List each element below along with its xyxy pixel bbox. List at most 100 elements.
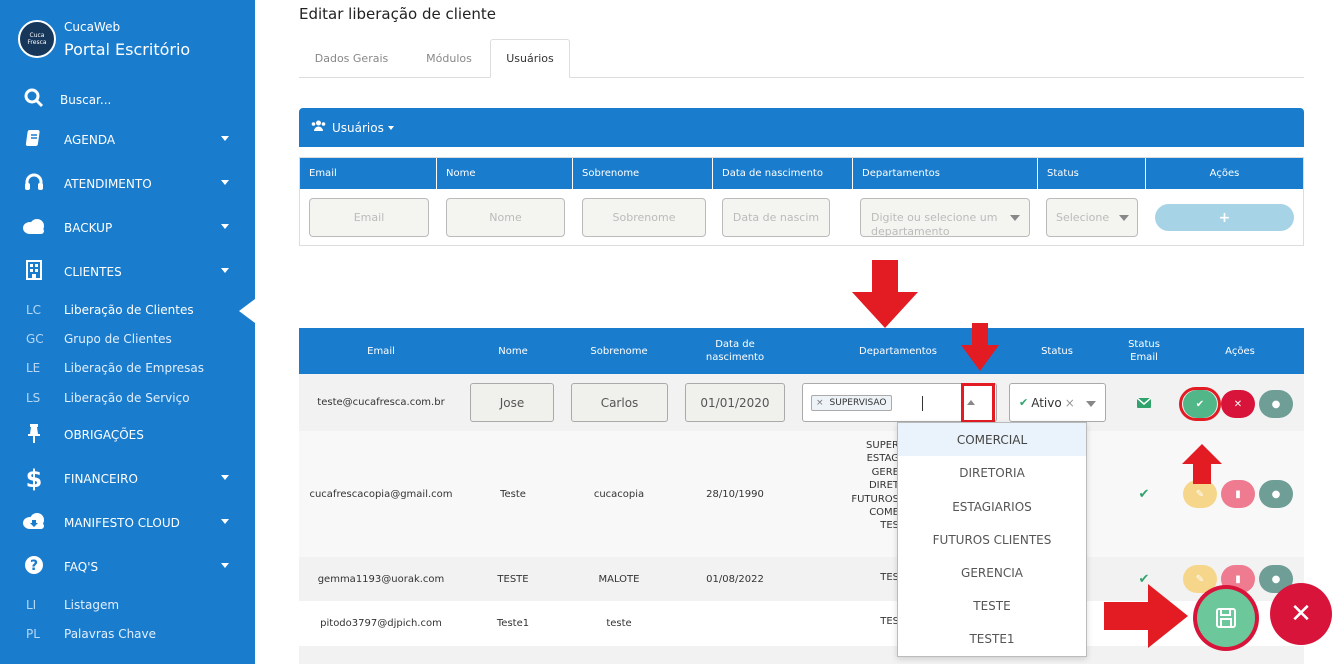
table-row-editing: teste@cucafresca.com.br Jose Carlos 01/0… xyxy=(299,374,1304,431)
departamentos-placeholder: Digite ou selecione um departamento xyxy=(871,211,998,237)
chevron-down-icon xyxy=(1119,215,1129,221)
row-sobrenome: cucacopia xyxy=(593,488,645,500)
option-gerencia[interactable]: GERENCIA xyxy=(898,556,1086,589)
subitem-label: Liberação de Empresas xyxy=(64,361,205,375)
text-cursor xyxy=(922,396,923,411)
subitem-abbr: PL xyxy=(26,627,40,641)
nome-input[interactable]: Nome xyxy=(446,198,565,237)
option-diretoria[interactable]: DIRETORIA xyxy=(898,456,1086,489)
table-row xyxy=(299,646,1304,664)
row-departamentos: TES xyxy=(795,616,899,627)
view-row-button[interactable]: ● xyxy=(1259,390,1293,418)
headset-icon xyxy=(22,173,46,196)
row-nascimento: 01/08/2022 xyxy=(706,573,764,585)
subitem-label: Palavras Chave xyxy=(64,627,157,641)
subitem-label: Liberação de Serviço xyxy=(64,391,190,405)
sidebar-item-financeiro[interactable]: $ FINANCEIRO xyxy=(0,465,255,493)
floppy-icon xyxy=(1216,608,1236,628)
chevron-down-icon xyxy=(221,224,229,229)
row-sobrenome: MALOTE xyxy=(598,573,640,585)
nascimento-input[interactable]: Data de nascim xyxy=(722,198,830,237)
users-table-header: Email Nome Sobrenome Data de nascimento … xyxy=(299,328,1304,374)
row-email: teste@cucafresca.com.br xyxy=(317,397,445,408)
sidebar-item-label: FAQ'S xyxy=(64,560,99,574)
option-teste[interactable]: TESTE xyxy=(898,589,1086,622)
sidebar-item-faq[interactable]: ? FAQ'S xyxy=(0,553,255,581)
header-sobrenome: Sobrenome xyxy=(573,158,713,189)
department: SUPER xyxy=(866,440,899,451)
sidebar-subitem-pl[interactable]: PL Palavras Chave xyxy=(0,622,255,646)
tab-usuarios[interactable]: Usuários xyxy=(490,39,570,78)
sidebar-item-agenda[interactable]: AGENDA xyxy=(0,126,255,154)
sidebar-item-manifesto[interactable]: MANIFESTO CLOUD xyxy=(0,509,255,537)
question-icon: ? xyxy=(22,555,46,580)
row-email: pitodo3797@djpich.com xyxy=(320,618,442,629)
chevron-down-icon xyxy=(221,519,229,524)
edit-nome-input[interactable]: Jose xyxy=(470,383,554,422)
option-teste1[interactable]: TESTE1 xyxy=(898,622,1086,655)
cloud-download-icon xyxy=(22,512,46,535)
sidebar-subitem-gc[interactable]: GC Grupo de Clientes xyxy=(0,327,255,351)
sidebar-item-label: OBRIGAÇÕES xyxy=(64,428,144,442)
search-item[interactable]: Buscar... xyxy=(0,86,255,114)
status-select[interactable]: Selecione xyxy=(1046,198,1138,237)
status-placeholder: Selecione xyxy=(1056,211,1110,224)
option-estagiarios[interactable]: ESTAGIARIOS xyxy=(898,490,1086,523)
edit-sobrenome-input[interactable]: Carlos xyxy=(571,383,668,422)
chevron-down-icon xyxy=(221,563,229,568)
annotation-circle xyxy=(1179,387,1221,421)
close-fab-button[interactable]: ✕ xyxy=(1270,583,1332,645)
sidebar-subitem-li[interactable]: LI Listagem xyxy=(0,593,255,617)
tab-modulos[interactable]: Módulos xyxy=(409,39,489,78)
department: COME xyxy=(869,507,899,519)
sidebar-item-label: FINANCEIRO xyxy=(64,472,138,486)
users-icon xyxy=(311,120,326,135)
sidebar-subitem-le[interactable]: LE Liberação de Empresas xyxy=(0,356,255,380)
department: TES xyxy=(880,520,899,532)
pencil-icon: ✎ xyxy=(1195,573,1205,585)
sidebar-item-clientes[interactable]: CLIENTES xyxy=(0,258,255,286)
subitem-abbr: LE xyxy=(26,361,41,375)
sobrenome-input[interactable]: Sobrenome xyxy=(582,198,706,237)
delete-button[interactable]: ▮ xyxy=(1221,480,1255,508)
check-icon: ✔ xyxy=(1019,396,1029,409)
clear-icon[interactable]: × xyxy=(1065,396,1075,410)
pin-icon xyxy=(22,423,46,448)
cancel-row-button[interactable]: ✕ xyxy=(1221,390,1255,418)
sidebar-item-label: BACKUP xyxy=(64,221,113,235)
sidebar-item-label: MANIFESTO CLOUD xyxy=(64,516,180,530)
sidebar-item-obrigacoes[interactable]: OBRIGAÇÕES xyxy=(0,421,255,449)
building-icon xyxy=(22,259,46,285)
sidebar-subitem-ls[interactable]: LS Liberação de Serviço xyxy=(0,386,255,410)
email-input[interactable]: Email xyxy=(309,198,429,237)
close-icon: ✕ xyxy=(1233,398,1243,410)
edit-nascimento-input[interactable]: 01/01/2020 xyxy=(685,383,785,422)
chevron-down-icon xyxy=(221,136,229,141)
view-button[interactable]: ● xyxy=(1259,480,1293,508)
sidebar-item-label: CLIENTES xyxy=(64,265,122,279)
add-user-button[interactable]: + xyxy=(1155,204,1294,231)
edit-status-select[interactable]: ✔ Ativo × xyxy=(1009,383,1106,422)
departamentos-select[interactable]: Digite ou selecione um departamento xyxy=(860,198,1030,237)
option-comercial[interactable]: COMERCIAL xyxy=(898,423,1086,456)
users-panel-title: Usuários xyxy=(332,120,384,135)
email-verified-icon: ✔ xyxy=(1138,486,1150,502)
sidebar-item-backup[interactable]: BACKUP xyxy=(0,214,255,242)
chevron-down-icon xyxy=(221,180,229,185)
tab-dados-gerais[interactable]: Dados Gerais xyxy=(299,39,404,78)
header-acoes: Ações xyxy=(1209,168,1240,179)
header-departamentos: Departamentos xyxy=(853,158,1038,189)
option-futuros-clientes[interactable]: FUTUROS CLIENTES xyxy=(898,523,1086,556)
sidebar-subitem-lc[interactable]: LC Liberação de Clientes xyxy=(0,298,255,322)
users-panel-header[interactable]: Usuários xyxy=(299,108,1304,147)
save-fab-button[interactable] xyxy=(1197,589,1255,647)
book-icon xyxy=(22,129,46,152)
annotation-box xyxy=(961,383,995,423)
remove-tag-icon[interactable]: × xyxy=(816,398,824,408)
sidebar-item-atendimento[interactable]: ATENDIMENTO xyxy=(0,170,255,198)
brand[interactable]: Cuca Fresca CucaWeb Portal Escritório xyxy=(18,20,190,59)
trash-icon: ▮ xyxy=(1235,488,1241,500)
edit-button[interactable]: ✎ xyxy=(1183,480,1217,508)
active-indicator xyxy=(239,299,255,323)
search-icon xyxy=(22,88,46,113)
